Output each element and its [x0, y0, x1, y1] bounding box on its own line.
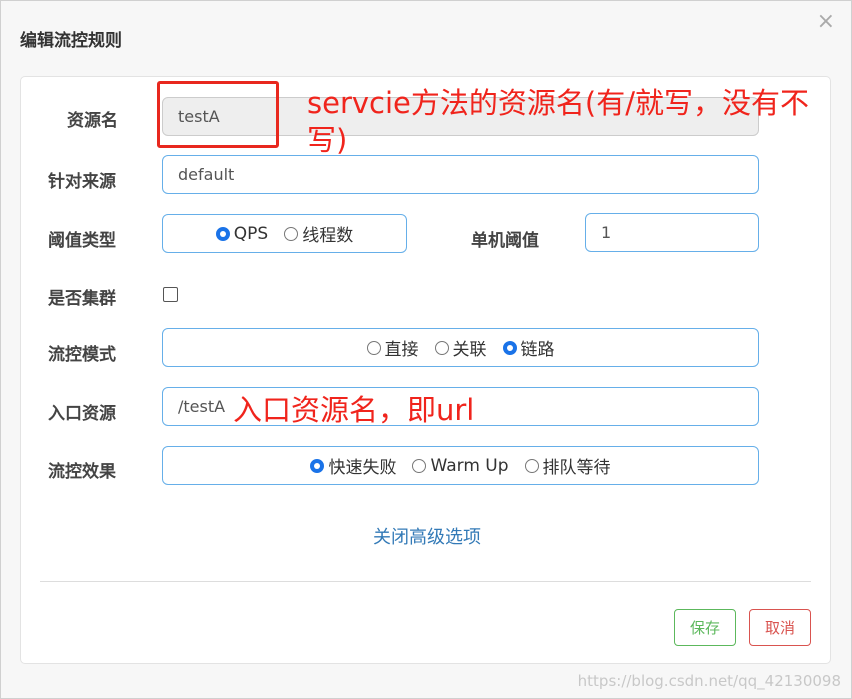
radio-fast-fail[interactable]: 快速失败 — [310, 453, 396, 478]
edit-flow-rule-dialog: 编辑流控规则 × 资源名 testA 针对来源 default 阈值类型 QPS… — [0, 0, 852, 699]
flow-effect-group: 快速失败 Warm Up 排队等待 — [162, 446, 759, 485]
source-value: default — [178, 165, 235, 184]
source-label: 针对来源 — [48, 172, 116, 192]
radio-qps-dot — [215, 226, 230, 241]
entry-resource-label: 入口资源 — [48, 404, 116, 424]
source-input[interactable]: default — [162, 155, 759, 194]
radio-chain[interactable]: 链路 — [502, 335, 555, 360]
single-threshold-value: 1 — [601, 223, 612, 242]
radio-queue-dot — [524, 458, 539, 473]
radio-relate[interactable]: 关联 — [434, 335, 487, 360]
cluster-checkbox[interactable] — [163, 287, 178, 302]
radio-fast-fail-dot — [310, 458, 325, 473]
radio-qps[interactable]: QPS — [215, 224, 268, 244]
cancel-button[interactable]: 取消 — [749, 609, 811, 646]
annotation-entry-note: 入口资源名，即url — [233, 393, 475, 427]
radio-direct-dot — [366, 340, 381, 355]
flow-mode-label: 流控模式 — [48, 345, 116, 365]
radio-warm-up[interactable]: Warm Up — [412, 456, 509, 476]
annotation-highlight-box — [157, 81, 279, 148]
annotation-resource-note: servcie方法的资源名(有/就写，没有不写) — [307, 86, 809, 157]
radio-direct[interactable]: 直接 — [366, 335, 419, 360]
single-threshold-label: 单机阈值 — [471, 231, 539, 251]
radio-queue[interactable]: 排队等待 — [524, 453, 611, 478]
radio-relate-dot — [434, 340, 449, 355]
dialog-title: 编辑流控规则 — [20, 31, 122, 51]
radio-warm-up-dot — [412, 458, 427, 473]
flow-mode-group: 直接 关联 链路 — [162, 328, 759, 367]
radio-thread-count-dot — [284, 226, 299, 241]
close-icon[interactable]: × — [817, 11, 835, 33]
cluster-label: 是否集群 — [48, 289, 116, 309]
threshold-type-group: QPS 线程数 — [162, 214, 407, 253]
footer-divider — [40, 581, 811, 582]
watermark: https://blog.csdn.net/qq_42130098 — [577, 672, 841, 690]
threshold-type-label: 阈值类型 — [48, 231, 116, 251]
radio-thread-count[interactable]: 线程数 — [284, 221, 353, 246]
radio-chain-dot — [502, 340, 517, 355]
resource-name-label: 资源名 — [67, 111, 118, 131]
close-advanced-options-link[interactable]: 关闭高级选项 — [1, 523, 852, 549]
entry-resource-value: /testA — [178, 397, 226, 416]
single-threshold-input[interactable]: 1 — [585, 213, 759, 252]
save-button[interactable]: 保存 — [674, 609, 736, 646]
flow-effect-label: 流控效果 — [48, 462, 116, 482]
